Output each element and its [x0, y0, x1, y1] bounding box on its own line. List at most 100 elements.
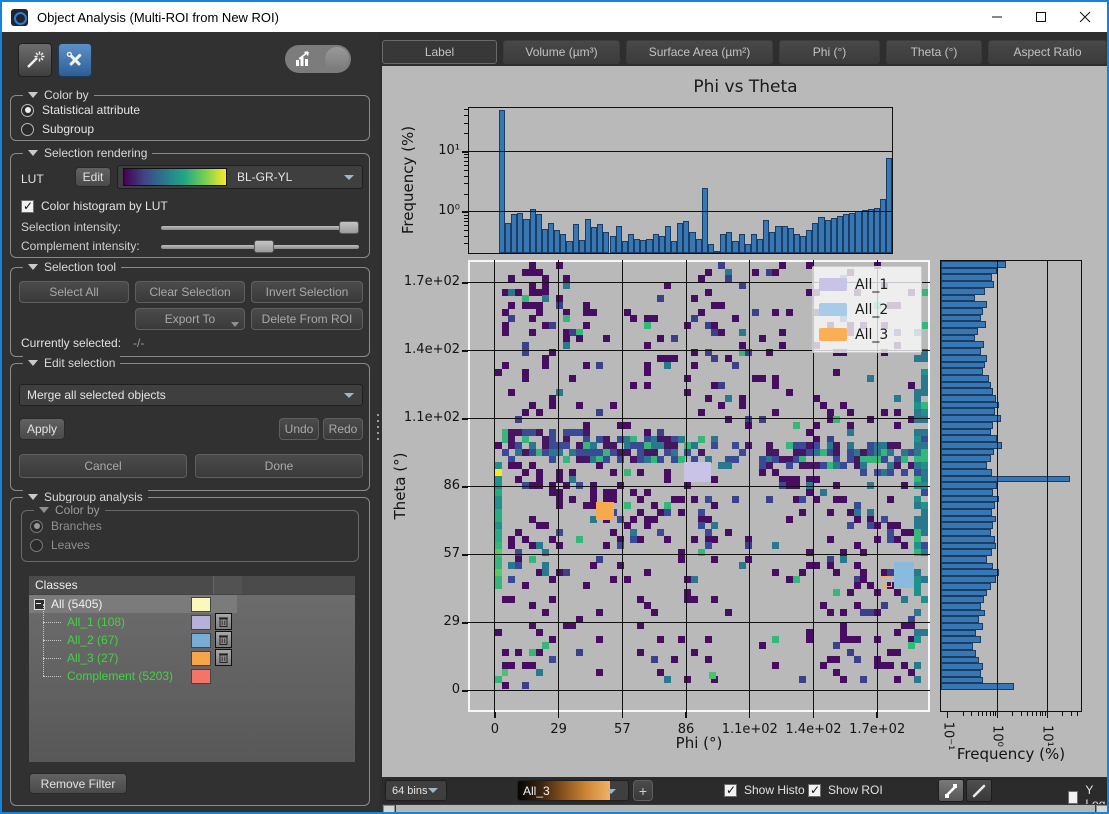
tools-button[interactable]	[58, 43, 92, 77]
top-histogram-plot[interactable]	[468, 107, 893, 254]
add-class-button[interactable]: +	[633, 780, 653, 801]
tab-surface-area-m-[interactable]: Surface Area (µm²)	[626, 40, 773, 64]
histogram-bar	[941, 590, 987, 597]
selection-intensity-row: Selection intensity:	[21, 220, 363, 234]
chevron-down-icon	[344, 175, 354, 180]
delete-class-button[interactable]	[215, 613, 232, 630]
scatter-plot-button[interactable]	[938, 779, 964, 802]
show-histo-checkbox[interactable]: Show Histo	[724, 783, 805, 797]
heatmap-cell	[536, 629, 543, 636]
highlighted-object-cell	[881, 576, 892, 587]
maximize-button[interactable]	[1019, 2, 1063, 32]
plot-visibility-toggle[interactable]	[285, 45, 351, 73]
class-color-swatch[interactable]	[191, 669, 211, 684]
heatmap-cell	[576, 536, 583, 543]
class-colormap-combo[interactable]: All_3	[517, 780, 629, 801]
class-color-swatch[interactable]	[191, 597, 211, 612]
heatmap-plot[interactable]: All_1All_2All_3	[468, 260, 930, 712]
heatmap-cell	[644, 489, 651, 496]
color-histogram-checkbox[interactable]: Color histogram by LUT	[21, 199, 168, 213]
scroll-left-button[interactable]	[383, 805, 395, 813]
cancel-button[interactable]: Cancel	[19, 454, 187, 478]
slider-handle[interactable]	[339, 221, 359, 234]
tab-theta-[interactable]: Theta (°)	[886, 40, 982, 64]
collapse-arrow-icon[interactable]	[28, 92, 38, 98]
collapse-arrow-icon[interactable]	[39, 507, 49, 513]
complement-intensity-slider[interactable]	[161, 240, 359, 253]
heatmap-cell	[705, 395, 712, 402]
radio-subgroup[interactable]: Subgroup	[21, 122, 94, 136]
heatmap-cell	[522, 469, 529, 476]
remove-filter-button[interactable]: Remove Filter	[29, 773, 127, 794]
radio-statistical-attribute[interactable]: Statistical attribute	[21, 103, 140, 117]
heatmap-cell	[725, 462, 732, 469]
done-button[interactable]: Done	[195, 454, 363, 478]
lut-combo[interactable]: BL-GR-YL	[117, 165, 363, 189]
scrollbar-thumb[interactable]	[396, 805, 1095, 813]
collapse-arrow-icon[interactable]	[28, 150, 38, 156]
complement-intensity-row: Complement intensity:	[21, 239, 363, 253]
collapse-arrow-icon[interactable]	[28, 360, 38, 366]
collapse-arrow-icon[interactable]	[28, 494, 38, 500]
class-row[interactable]: All (5405)	[29, 595, 237, 613]
heatmap-cell	[840, 609, 847, 616]
minimize-button[interactable]	[975, 2, 1019, 32]
histogram-bar	[941, 663, 983, 670]
edit-operation-combo[interactable]: Merge all selected objects	[19, 384, 363, 406]
lut-edit-button[interactable]: Edit	[75, 167, 111, 187]
radio-branches[interactable]: Branches	[30, 519, 102, 533]
tab-label[interactable]: Label	[382, 40, 497, 64]
delete-class-button[interactable]	[215, 649, 232, 666]
class-row[interactable]: All_3 (27)	[29, 649, 355, 667]
delete-from-roi-button[interactable]: Delete From ROI	[251, 308, 363, 330]
horizontal-scrollbar[interactable]	[382, 804, 1109, 814]
currently-selected-value: -/-	[133, 336, 144, 350]
redo-button[interactable]: Redo	[323, 418, 363, 440]
scroll-right-button[interactable]	[1096, 805, 1108, 813]
heatmap-cell	[718, 402, 725, 409]
close-button[interactable]	[1063, 2, 1107, 32]
heatmap-cell	[698, 309, 705, 316]
export-to-button[interactable]: Export To	[135, 308, 245, 330]
delete-class-button[interactable]	[215, 631, 232, 648]
heatmap-cell	[678, 496, 685, 503]
apply-button[interactable]: Apply	[19, 418, 65, 440]
heatmap-cell	[813, 422, 820, 429]
freq-tick-label: 10⁻¹	[940, 722, 955, 751]
class-row[interactable]: All_2 (67)	[29, 631, 355, 649]
tab-volume-m-[interactable]: Volume (µm³)	[503, 40, 620, 64]
right-histogram-plot[interactable]	[940, 260, 1082, 712]
radio-leaves[interactable]: Leaves	[30, 538, 90, 552]
heatmap-cell	[894, 395, 901, 402]
heatmap-cell	[860, 549, 867, 556]
line-plot-button[interactable]	[966, 779, 992, 802]
tab-phi-[interactable]: Phi (°)	[779, 40, 880, 64]
invert-selection-button[interactable]: Invert Selection	[251, 281, 363, 303]
class-color-swatch[interactable]	[191, 633, 211, 648]
heatmap-cell	[549, 456, 556, 463]
class-color-swatch[interactable]	[191, 615, 211, 630]
show-roi-checkbox[interactable]: Show ROI	[808, 783, 883, 797]
undo-button[interactable]: Undo	[279, 418, 319, 440]
collapse-arrow-icon[interactable]	[28, 264, 38, 270]
heatmap-cell	[502, 682, 509, 689]
class-row[interactable]: All_1 (108)	[29, 613, 355, 631]
panel-splitter[interactable]	[376, 414, 380, 440]
heatmap-cell	[576, 649, 583, 656]
clear-selection-button[interactable]: Clear Selection	[135, 281, 245, 303]
currently-selected-label: Currently selected:	[21, 336, 121, 350]
heatmap-cell	[881, 602, 888, 609]
heatmap-cell	[705, 269, 712, 276]
select-all-button[interactable]: Select All	[19, 281, 129, 303]
heatmap-cell	[651, 656, 658, 663]
bins-combo[interactable]: 64 bins	[385, 780, 447, 801]
heatmap-cell	[691, 496, 698, 503]
tab-aspect-ratio[interactable]: Aspect Ratio	[988, 40, 1107, 64]
class-row[interactable]: Complement (5203)	[29, 667, 355, 685]
class-color-swatch[interactable]	[191, 651, 211, 666]
histogram-bar	[941, 321, 986, 328]
selection-intensity-slider[interactable]	[161, 221, 359, 234]
slider-handle[interactable]	[254, 240, 274, 253]
magic-wand-button[interactable]	[18, 43, 52, 77]
histogram-bar	[941, 657, 979, 664]
